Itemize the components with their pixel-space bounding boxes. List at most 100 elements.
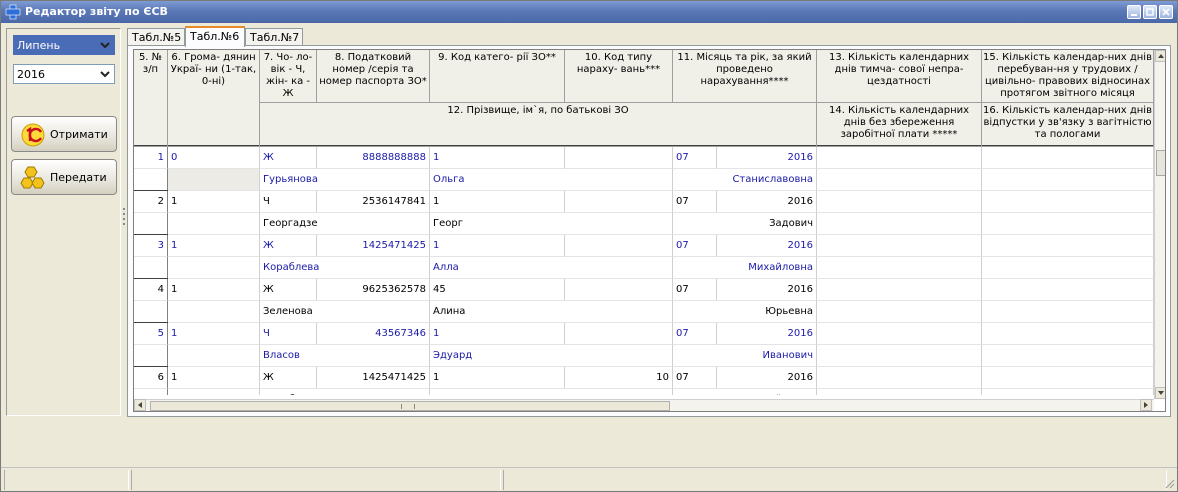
cell-last[interactable]: Кораблева: [260, 257, 430, 279]
table-cell[interactable]: [817, 147, 982, 169]
table-cell[interactable]: [817, 367, 982, 389]
table-row[interactable]: 5 1 Ч 43567346 1 07 2016 Власов Эдуард Иванович: [134, 323, 1154, 367]
cell-cat[interactable]: 45: [430, 279, 565, 301]
cell-cat[interactable]: 1: [430, 235, 565, 257]
header-sick-days[interactable]: 13. Кількість календарних днів тимча- со…: [817, 50, 982, 103]
header-month-year[interactable]: 11. Місяць та рік, за який проведено нар…: [673, 50, 817, 103]
cell-patr[interactable]: Михайловна: [673, 257, 817, 279]
scroll-up-button[interactable]: [1155, 50, 1165, 62]
cell-sex[interactable]: Ж: [260, 147, 317, 169]
cell-first[interactable]: Ольга: [430, 169, 673, 191]
cell-tax[interactable]: 1425471425: [317, 367, 430, 389]
table-cell[interactable]: [817, 389, 982, 395]
tab-table7[interactable]: Табл.№7: [245, 28, 303, 46]
cell-cat[interactable]: 1: [430, 191, 565, 213]
tab-table5[interactable]: Табл.№5: [127, 28, 185, 46]
table-cell[interactable]: [982, 389, 1154, 395]
resize-grip-icon[interactable]: [1163, 477, 1175, 489]
table-cell[interactable]: [982, 323, 1154, 345]
minimize-button[interactable]: [1127, 5, 1141, 19]
cell-year[interactable]: 2016: [717, 191, 817, 213]
cell-first[interactable]: Алла: [430, 257, 673, 279]
cell-year[interactable]: 2016: [717, 323, 817, 345]
table-cell[interactable]: [134, 213, 168, 235]
cell-tax[interactable]: 43567346: [317, 323, 430, 345]
maximize-button[interactable]: [1143, 5, 1157, 19]
cell-citizen[interactable]: 1: [168, 279, 260, 301]
table-cell[interactable]: [982, 279, 1154, 301]
table-row[interactable]: 2 1 Ч 2536147841 1 07 2016 Георгадзе Георг Задови…: [134, 191, 1154, 235]
cell-type[interactable]: [565, 279, 673, 301]
cell-tax[interactable]: 9625362578: [317, 279, 430, 301]
cell-num[interactable]: 4: [134, 279, 168, 301]
cell-month[interactable]: 07: [673, 235, 717, 257]
header-employment-days[interactable]: 15. Кількість календар-них днів перебува…: [982, 50, 1154, 103]
cell-patr[interactable]: Юрьевна: [673, 301, 817, 323]
cell-patr[interactable]: Михайловна: [673, 389, 817, 395]
cell-last[interactable]: Власов: [260, 345, 430, 367]
cell-num[interactable]: 2: [134, 191, 168, 213]
cell-patr[interactable]: Задович: [673, 213, 817, 235]
cell-first[interactable]: Алина: [430, 301, 673, 323]
table-cell[interactable]: [817, 257, 982, 279]
table-cell[interactable]: [168, 257, 260, 279]
table-cell[interactable]: [817, 235, 982, 257]
cell-month[interactable]: 07: [673, 147, 717, 169]
cell-tax[interactable]: 1425471425: [317, 235, 430, 257]
table-cell[interactable]: [134, 301, 168, 323]
table-cell[interactable]: [168, 213, 260, 235]
cell-tax[interactable]: 2536147841: [317, 191, 430, 213]
cell-month[interactable]: 07: [673, 279, 717, 301]
cell-num[interactable]: 6: [134, 367, 168, 389]
table-cell[interactable]: [134, 169, 168, 191]
header-sex[interactable]: 7. Чо- ло- вік - Ч, жін- ка - Ж: [260, 50, 317, 103]
cell-year[interactable]: 2016: [717, 147, 817, 169]
table-cell[interactable]: [982, 191, 1154, 213]
send-button[interactable]: Передати: [11, 159, 117, 195]
month-select[interactable]: Липень: [13, 35, 115, 55]
table-cell[interactable]: [982, 213, 1154, 235]
table-cell[interactable]: [134, 389, 168, 395]
table-cell[interactable]: [817, 279, 982, 301]
cell-year[interactable]: 2016: [717, 235, 817, 257]
splitter-handle[interactable]: [122, 206, 126, 230]
table-cell[interactable]: [168, 301, 260, 323]
cell-month[interactable]: 07: [673, 367, 717, 389]
cell-sex[interactable]: Ч: [260, 323, 317, 345]
scroll-down-button[interactable]: [1155, 387, 1165, 399]
vertical-scrollbar[interactable]: [1154, 50, 1165, 399]
close-button[interactable]: [1159, 5, 1173, 19]
cell-month[interactable]: 07: [673, 191, 717, 213]
table-row[interactable]: 3 1 Ж 1425471425 1 07 2016 Кораблева Алла Михайло…: [134, 235, 1154, 279]
table-row[interactable]: 1 0 Ж 8888888888 1 07 2016 Гурьянова Ольга Станис…: [134, 147, 1154, 191]
chevron-down-icon[interactable]: [98, 67, 112, 81]
header-tax-number[interactable]: 8. Податковий номер /серія та номер пасп…: [317, 50, 430, 103]
table-cell[interactable]: [982, 345, 1154, 367]
table-cell[interactable]: [817, 213, 982, 235]
cell-sex[interactable]: Ж: [260, 235, 317, 257]
cell-last[interactable]: Зеленова: [260, 301, 430, 323]
cell-type[interactable]: [565, 235, 673, 257]
cell-citizen[interactable]: 1: [168, 323, 260, 345]
header-num[interactable]: 5. № з/п: [134, 50, 168, 147]
cell-year[interactable]: 2016: [717, 367, 817, 389]
cell-num[interactable]: 3: [134, 235, 168, 257]
cell-cat[interactable]: 1: [430, 323, 565, 345]
table-row[interactable]: 4 1 Ж 9625362578 45 07 2016 Зеленова Алина Юрьевн…: [134, 279, 1154, 323]
chevron-down-icon[interactable]: [98, 38, 112, 52]
cell-sex[interactable]: Ч: [260, 191, 317, 213]
cell-citizen[interactable]: 1: [168, 367, 260, 389]
cell-first[interactable]: Георг: [430, 213, 673, 235]
table-cell[interactable]: [817, 323, 982, 345]
cell-type[interactable]: [565, 191, 673, 213]
cell-tax[interactable]: 8888888888: [317, 147, 430, 169]
cell-cat[interactable]: 1: [430, 147, 565, 169]
cell-patr[interactable]: Иванович: [673, 345, 817, 367]
cell-first[interactable]: Эдуард: [430, 345, 673, 367]
cell-citizen[interactable]: 0: [168, 147, 260, 169]
table-cell[interactable]: [982, 257, 1154, 279]
table-cell[interactable]: [982, 169, 1154, 191]
cell-patr[interactable]: Станиславовна: [673, 169, 817, 191]
year-select[interactable]: 2016: [13, 64, 115, 84]
cell-sex[interactable]: Ж: [260, 367, 317, 389]
